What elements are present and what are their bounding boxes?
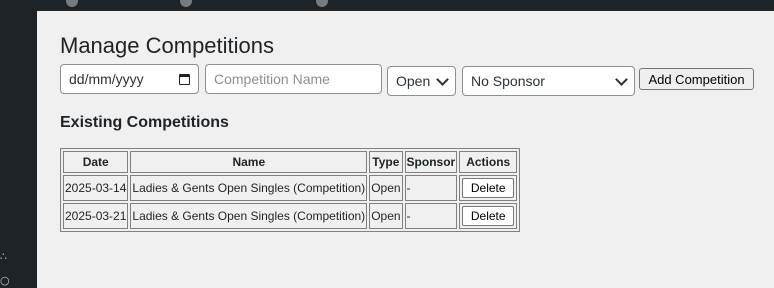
cell-sponsor: - (404, 175, 458, 201)
date-input[interactable]: dd/mm/yyyy (60, 64, 199, 94)
page-title: Manage Competitions (60, 33, 275, 58)
sponsor-select[interactable]: No Sponsor (462, 66, 635, 96)
add-competition-button[interactable]: Add Competition (639, 68, 754, 90)
cell-sponsor: - (404, 203, 458, 229)
cell-type: Open (369, 203, 403, 229)
cell-actions: Delete (459, 203, 518, 229)
section-title: Existing Competitions (60, 114, 229, 131)
cell-name: Ladies & Gents Open Singles (Competition… (130, 203, 368, 229)
admin-sidebar: ∴ ○ (0, 11, 37, 288)
admin-bar-icon[interactable] (316, 0, 328, 7)
header-date: Date (63, 151, 129, 173)
chevron-down-icon (436, 72, 449, 86)
header-type: Type (369, 151, 403, 173)
type-select[interactable]: Open (387, 66, 456, 96)
competitions-table: Date Name Type Sponsor Actions 2025-03-1… (60, 148, 521, 232)
competition-name-input[interactable]: Competition Name (205, 64, 382, 94)
calendar-icon[interactable] (179, 73, 190, 85)
admin-bar-icon[interactable] (66, 0, 78, 7)
competition-name-placeholder: Competition Name (214, 71, 330, 87)
sponsor-select-value: No Sponsor (471, 73, 545, 89)
delete-button[interactable]: Delete (462, 206, 515, 226)
date-placeholder: dd/mm/yyyy (69, 71, 144, 87)
cell-actions: Delete (459, 175, 518, 201)
header-sponsor: Sponsor (404, 151, 458, 173)
sidebar-menu-icon[interactable]: ○ (0, 275, 10, 286)
cell-name: Ladies & Gents Open Singles (Competition… (130, 175, 368, 201)
sidebar-menu-icon[interactable]: ∴ (0, 251, 7, 262)
header-name: Name (130, 151, 368, 173)
cell-date: 2025-03-21 (63, 203, 129, 229)
cell-type: Open (369, 175, 403, 201)
admin-bar-icon[interactable] (180, 0, 192, 7)
admin-top-bar (0, 0, 774, 11)
delete-button[interactable]: Delete (462, 178, 515, 198)
header-actions: Actions (459, 151, 518, 173)
table-header-row: Date Name Type Sponsor Actions (63, 151, 518, 173)
type-select-value: Open (396, 73, 431, 89)
table-row: 2025-03-14 Ladies & Gents Open Singles (… (63, 175, 518, 201)
cell-date: 2025-03-14 (63, 175, 129, 201)
table-row: 2025-03-21 Ladies & Gents Open Singles (… (63, 203, 518, 229)
chevron-down-icon (615, 72, 628, 86)
main-content: Manage Competitions dd/mm/yyyy Competiti… (37, 11, 774, 288)
